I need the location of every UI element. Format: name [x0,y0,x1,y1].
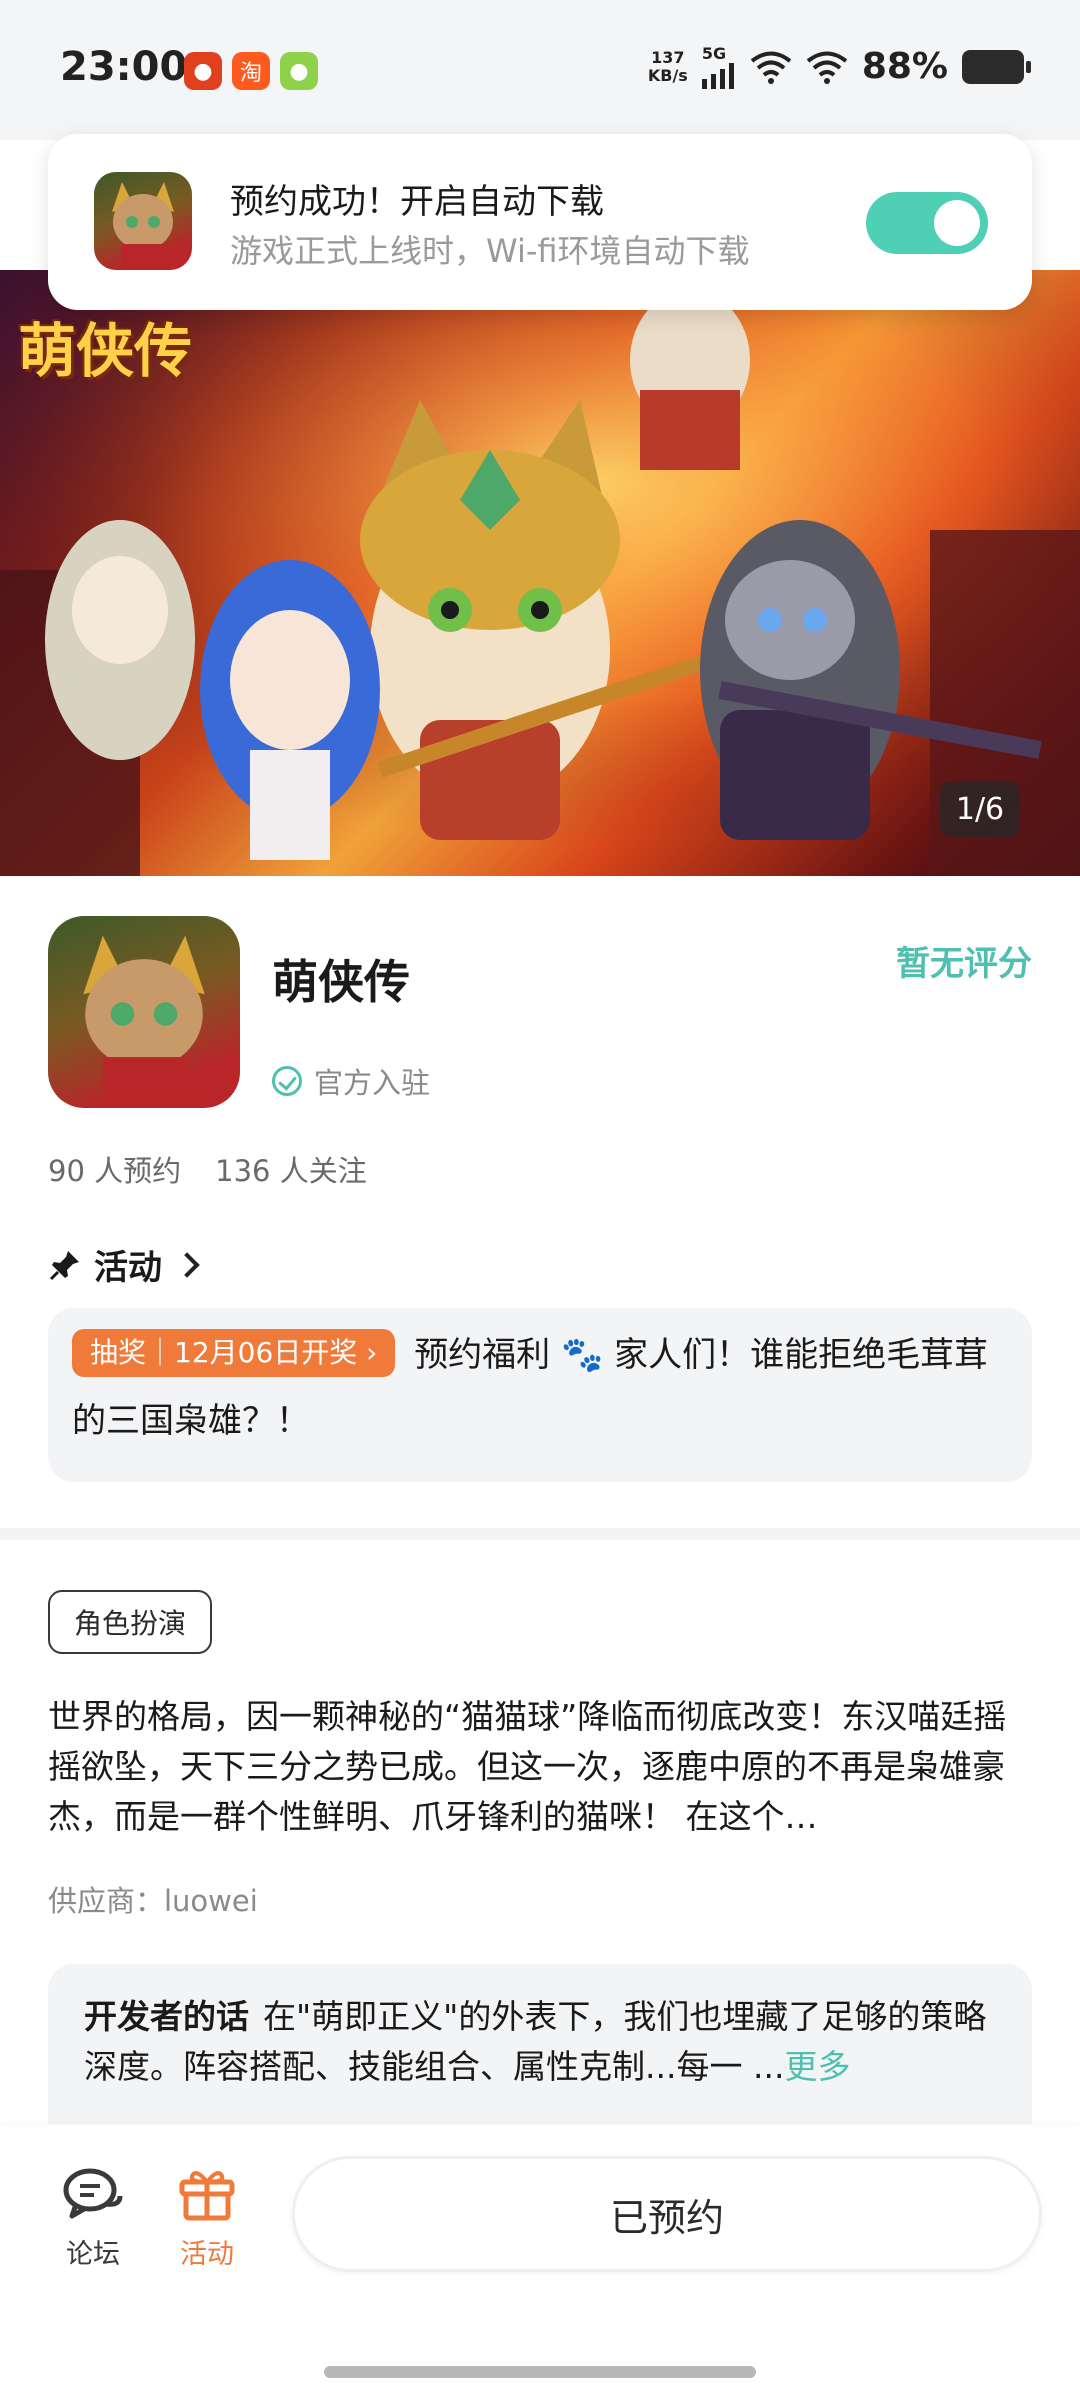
game-description[interactable]: 世界的格局，因一颗神秘的“猫猫球”降临而彻底改变！东汉喵廷摇摇欲坠，天下三分之势… [48,1692,1032,1842]
network-type: 5G [701,44,727,63]
battery-icon [962,49,1031,84]
banner-carousel[interactable]: 萌侠传 1/6 [0,270,1080,876]
toast-title: 预约成功！开启自动下载 [230,182,604,222]
nav-forum-label: 论坛 [66,2239,120,2270]
genre-tag[interactable]: 角色扮演 [48,1590,213,1654]
reserved-button[interactable]: 已预约 [292,2156,1042,2272]
developer-notes-card[interactable]: 开发者的话 在"萌即正义"的外表下，我们也埋藏了足够的策略深度。阵容搭配、技能组合… [48,1964,1032,2124]
paw-icon: 🐾 [561,1335,604,1375]
reservation-success-toast: 预约成功！开启自动下载 游戏正式上线时，Wi-fi环境自动下载 [48,134,1032,310]
banner-page-counter: 1/6 [940,781,1020,837]
network-speed: 137 KB/s [647,47,688,85]
rating-status: 暂无评分 [896,944,1032,984]
battery-percent: 88% [861,46,948,87]
forum-icon [63,2168,123,2219]
status-right: 137 KB/s 5G 88% [647,44,1031,89]
section-divider [0,1528,1080,1540]
game-stats: 90 人预约 136 人关注 [48,1148,367,1190]
chevron-right-icon [174,1251,200,1278]
status-bar: 23:00 ● 淘 ● 137 KB/s 5G 88% [0,0,1080,140]
banner-game-logo: 萌侠传 [18,317,193,385]
nav-activity-label: 活动 [180,2239,234,2270]
activity-card[interactable]: 抽奖｜12月06日开奖 › 预约福利 🐾 家人们！谁能拒绝毛茸茸的三国枭雄？！ [48,1308,1032,1482]
green-app-icon: ● [280,52,318,90]
status-app-icons: ● 淘 ● [184,52,318,90]
gift-icon [179,2171,235,2221]
activity-section-header[interactable]: 活动 [48,1240,200,1289]
pin-icon [49,1250,79,1280]
activity-text-prefix: 预约福利 [414,1335,551,1375]
lottery-tag-label: 抽奖｜12月06日开奖 [90,1336,358,1369]
toggle-knob [934,200,980,246]
nav-forum[interactable]: 论坛 [48,2166,138,2271]
toast-game-icon [94,172,192,270]
network-speed-value: 137 [651,47,685,67]
notification-app-icon: ● [184,52,222,90]
toast-subtitle: 游戏正式上线时，Wi-fi环境自动下载 [230,232,750,270]
official-label: 官方入驻 [314,1066,431,1100]
lottery-tag[interactable]: 抽奖｜12月06日开奖 › [72,1329,396,1377]
nav-activity[interactable]: 活动 [162,2166,252,2271]
wifi-icon [750,51,792,84]
game-icon [48,916,240,1108]
developer-notes-label: 开发者的话 [84,1997,249,2036]
follower-count[interactable]: 136 人关注 [215,1148,367,1190]
auto-download-toggle[interactable] [866,192,988,254]
home-indicator[interactable] [324,2366,756,2378]
wifi-icon [806,51,848,84]
activity-heading: 活动 [94,1248,162,1288]
signal-icon: 5G [701,44,736,89]
bottom-action-bar: 论坛 活动 已预约 [0,2126,1080,2400]
reservation-count: 90 人预约 [48,1154,182,1188]
more-link[interactable]: 更多 [784,2047,850,2086]
supplier-info: 供应商：luowei [48,1884,258,1918]
verified-check-icon [272,1066,302,1096]
taobao-app-icon: 淘 [232,52,270,90]
official-badge: 官方入驻 [272,1060,430,1102]
game-title: 萌侠传 [272,955,410,1009]
network-speed-unit: KB/s [647,65,688,85]
status-time: 23:00 [60,44,188,90]
